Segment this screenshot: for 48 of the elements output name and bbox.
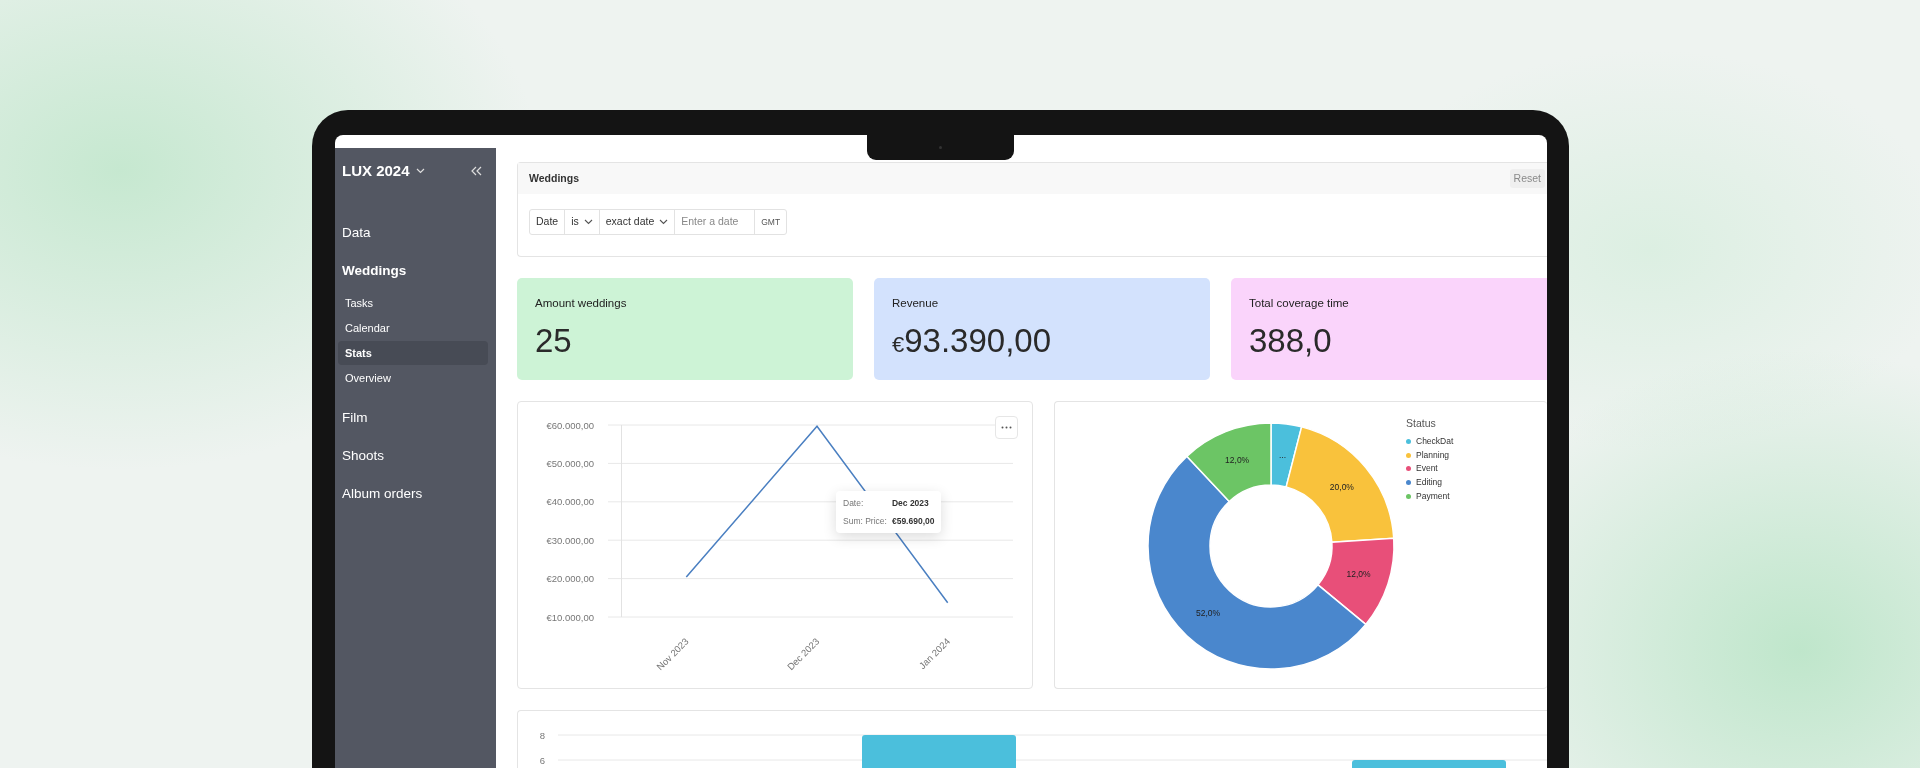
sidebar-item[interactable]: Weddings <box>335 252 496 290</box>
axis-label: 8 <box>539 729 545 741</box>
legend-title: Status <box>1406 415 1437 431</box>
stat-label: Amount weddings <box>535 295 628 311</box>
axis-label: €20.000,00 <box>546 572 594 584</box>
axis-label: 6 <box>539 754 545 766</box>
legend-label: Editing <box>1416 476 1442 489</box>
slice-label: 52,0% <box>1195 607 1221 618</box>
tooltip-value: Dec 2023 <box>891 496 930 510</box>
stat-label: Total coverage time <box>1249 295 1350 311</box>
date-input[interactable]: Enter a date <box>681 214 749 230</box>
double-chevron-left-icon[interactable] <box>471 166 482 176</box>
sidebar-item[interactable]: Shoots <box>335 437 496 475</box>
chevron-down-icon[interactable] <box>415 168 425 174</box>
sidebar-subitem[interactable]: Calendar <box>338 316 488 340</box>
axis-label: €40.000,00 <box>546 496 594 508</box>
sidebar-item[interactable]: Data <box>335 214 496 252</box>
slice-label: 20,0% <box>1329 482 1354 493</box>
tooltip-value: €59.690,00 <box>891 514 935 528</box>
chevron-down-icon <box>659 218 669 225</box>
workspace-name[interactable]: LUX 2024 <box>342 159 410 183</box>
sidebar-subitem[interactable]: Stats <box>338 341 488 365</box>
tooltip-label: Sum: Price: <box>843 514 887 528</box>
stat-value: 388,0 <box>1249 324 1333 358</box>
legend-label: Payment <box>1416 489 1450 503</box>
axis-label: €30.000,00 <box>546 534 594 546</box>
sidebar-subitem[interactable]: Tasks <box>338 291 488 315</box>
legend-label: Planning <box>1416 448 1450 462</box>
sidebar-item[interactable]: Album orders <box>335 475 496 513</box>
sidebar-item[interactable]: Film <box>335 399 496 437</box>
slice-label: 12,0% <box>1225 455 1250 466</box>
slice-label: 12,0% <box>1346 569 1371 580</box>
tooltip-label: Date: <box>843 496 865 510</box>
slice-label: ... <box>1279 449 1287 460</box>
stat-value: €93.390,00 <box>892 324 1053 358</box>
axis-label: €10.000,00 <box>546 611 594 623</box>
sidebar-subitem[interactable]: Overview <box>338 366 488 390</box>
stat-label: Revenue <box>892 295 940 311</box>
date-input-field[interactable]: Enter a date <box>675 209 756 234</box>
legend-label: CheckDat <box>1416 435 1454 448</box>
axis-label: €60.000,00 <box>546 419 594 431</box>
timezone-label: GMT <box>760 215 782 229</box>
axis-label: €50.000,00 <box>546 457 594 469</box>
more-icon <box>1001 425 1012 429</box>
chevron-down-icon <box>583 218 593 225</box>
legend-label: Event <box>1416 462 1438 476</box>
stat-value: 25 <box>535 324 573 358</box>
panel-title: Weddings <box>529 170 579 186</box>
